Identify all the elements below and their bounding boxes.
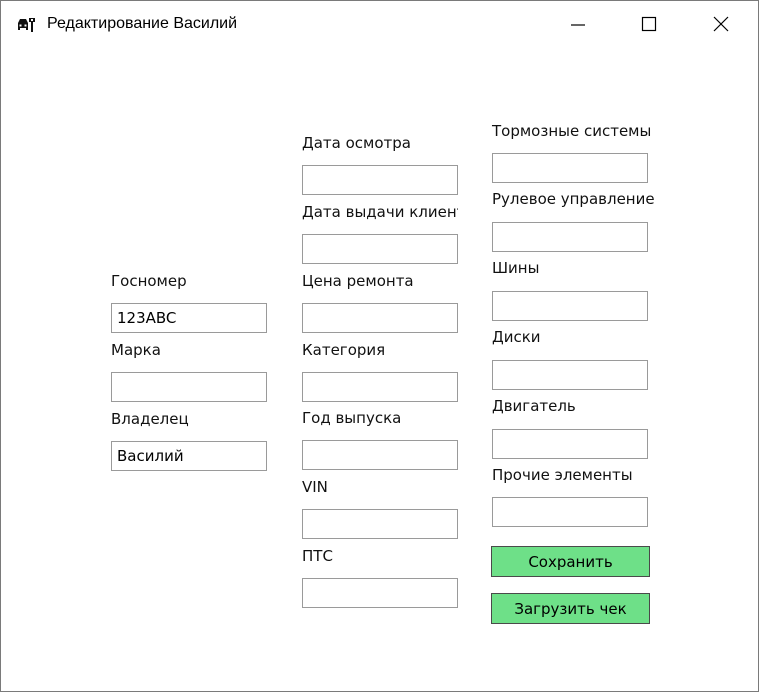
repair-price-input[interactable] [302,303,458,333]
inspect-date-input[interactable] [302,165,458,195]
engine-input[interactable] [492,429,648,459]
maximize-icon [641,16,657,32]
tires-input[interactable] [492,291,648,321]
owner-label: Владелец [111,410,189,428]
plate-input[interactable] [111,303,267,333]
steering-label: Рулевое управление [492,190,655,208]
issue-date-label: Дата выдачи клиенту [302,203,458,221]
edit-window: Редактирование Василий Госномер Марка Вл… [0,0,759,692]
other-label: Прочие элементы [492,466,633,484]
issue-date-input[interactable] [302,234,458,264]
steering-input[interactable] [492,222,648,252]
brand-input[interactable] [111,372,267,402]
minimize-button[interactable] [544,1,614,49]
year-input[interactable] [302,440,458,470]
plate-label: Госномер [111,272,187,290]
save-button[interactable]: Сохранить [491,546,650,577]
engine-label: Двигатель [492,397,576,415]
wheels-label: Диски [492,328,541,346]
tires-label: Шины [492,259,540,277]
other-input[interactable] [492,497,648,527]
vin-input[interactable] [302,509,458,539]
year-label: Год выпуска [302,409,402,427]
vin-label: VIN [302,478,328,496]
title-bar: Редактирование Василий [1,1,758,49]
inspect-date-label: Дата осмотра [302,134,411,152]
owner-input[interactable] [111,441,267,471]
wheels-input[interactable] [492,360,648,390]
close-button[interactable] [687,1,757,49]
category-label: Категория [302,341,386,359]
pts-input[interactable] [302,578,458,608]
maximize-button[interactable] [615,1,685,49]
close-icon [713,16,729,32]
pts-label: ПТС [302,547,333,565]
car-service-icon [16,15,36,35]
window-title: Редактирование Василий [47,15,238,32]
category-input[interactable] [302,372,458,402]
brakes-input[interactable] [492,153,648,183]
brakes-label: Тормозные системы [492,122,652,140]
repair-price-label: Цена ремонта [302,272,414,290]
upload-check-button[interactable]: Загрузить чек [491,593,650,624]
brand-label: Марка [111,341,161,359]
minimize-icon [571,24,585,26]
